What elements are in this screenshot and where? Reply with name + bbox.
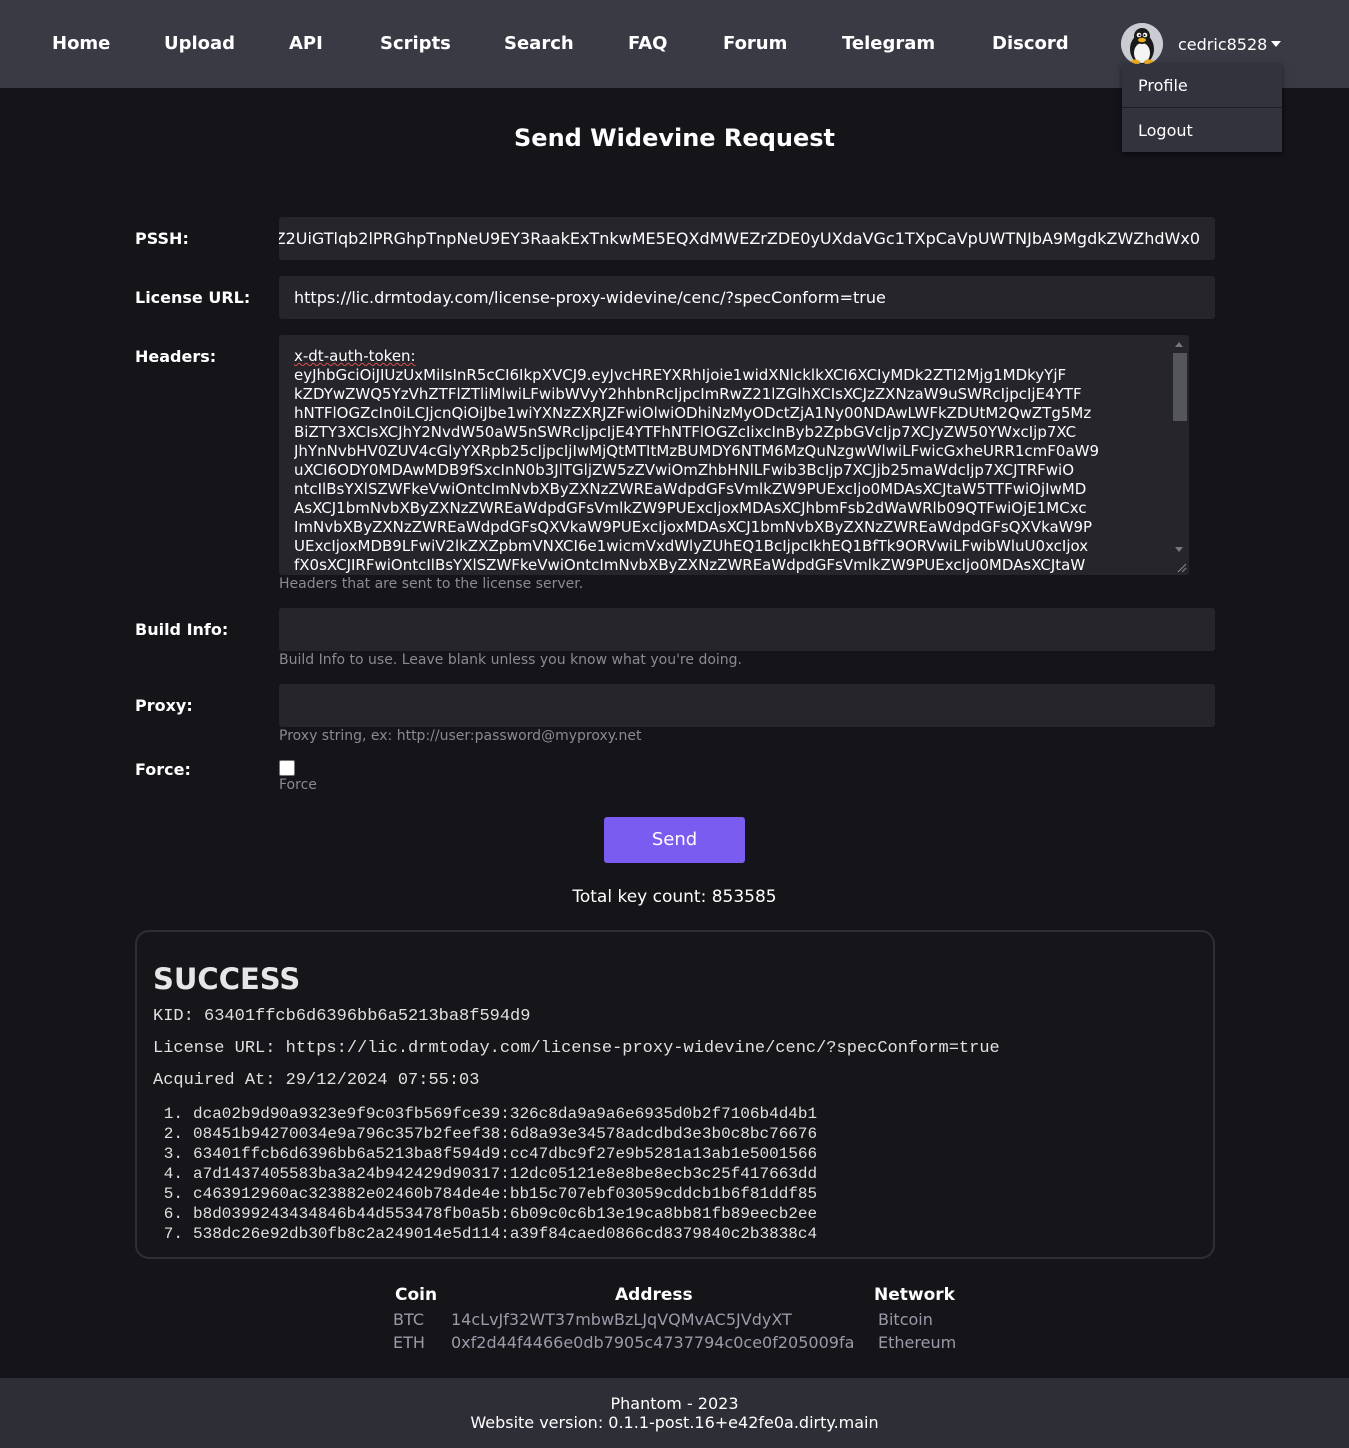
pssh-value: AAAAW3Bzc2gAAAAA7e+LqXnWSs6jyCfc1R0h7QAA…	[279, 229, 1200, 248]
key-value: dca02b9d90a9323e9f9c03fb569fce39:326c8da…	[193, 1105, 818, 1123]
proxy-help: Proxy string, ex: http://user:password@m…	[279, 728, 642, 744]
headers-line: kZDYwZWQ5YzVhZTFlZTliMlwiLFwibWVyY2hhbnR…	[294, 385, 1082, 403]
key-value: a7d1437405583ba3a24b942429d90317:12dc051…	[193, 1165, 818, 1183]
headers-line: fX0sXCJIRFwiOntcIlBsYXlSZWFkeVwiOntcImNv…	[294, 556, 1086, 574]
force-label: Force:	[135, 760, 191, 779]
send-button[interactable]: Send	[604, 817, 745, 863]
result-box: SUCCESS KID: 63401ffcb6d6396bb6a5213ba8f…	[135, 930, 1215, 1259]
footer-copyright: Phantom - 2023	[610, 1394, 739, 1413]
key-value: 538dc26e92db30fb8c2a249014e5d114:a39f84c…	[193, 1225, 818, 1243]
key-item: 1. dca02b9d90a9323e9f9c03fb569fce39:326c8…	[163, 1105, 818, 1123]
nav-forum[interactable]: Forum	[723, 33, 787, 54]
nav-scripts[interactable]: Scripts	[380, 33, 451, 54]
proxy-label: Proxy:	[135, 696, 193, 715]
license-url-label: License URL:	[135, 288, 251, 307]
headers-line: UExcIjoxMDB9LFwiV2lkZXZpbmVNXCI6e1wicmVx…	[294, 537, 1089, 555]
key-item: 2. 08451b94270034e9a796c357b2feef38:6d8a9…	[163, 1125, 818, 1143]
nav-home[interactable]: Home	[52, 33, 110, 54]
key-value: c463912960ac323882e02460b784de4e:bb15c70…	[193, 1185, 818, 1203]
key-item: 4. a7d1437405583ba3a24b942429d90317:12dc0…	[163, 1165, 818, 1183]
headers-line-name: x-dt-auth-token:	[294, 347, 416, 365]
headers-line: uXCI6ODY0MDAwMDB9fSxcInN0b3JlTGljZW5zZVw…	[294, 461, 1075, 479]
headers-scrollbar[interactable]	[1171, 336, 1188, 574]
headers-line: eyJhbGciOiJIUzUxMiIsInR5cCI6IkpXVCJ9.eyJ…	[294, 366, 1067, 384]
result-acquired-at: Acquired At: 29/12/2024 07:55:03	[153, 1071, 480, 1090]
user-dropdown-menu: Profile Logout	[1122, 64, 1282, 152]
nav-search[interactable]: Search	[504, 33, 574, 54]
nav-faq[interactable]: FAQ	[628, 33, 667, 54]
total-key-count: Total key count: 853585	[572, 887, 777, 907]
force-help: Force	[279, 777, 317, 793]
menu-item-profile[interactable]: Profile	[1138, 76, 1188, 95]
nav-telegram[interactable]: Telegram	[842, 33, 935, 54]
key-list: 1. dca02b9d90a9323e9f9c03fb569fce39:326c8…	[153, 1104, 817, 1244]
result-license-url: License URL: https://lic.drmtoday.com/li…	[153, 1039, 1000, 1058]
nav-upload[interactable]: Upload	[164, 33, 235, 54]
headers-label: Headers:	[135, 347, 217, 366]
key-value: 63401ffcb6d6396bb6a5213ba8f594d9:cc47dbc…	[193, 1145, 818, 1163]
build-info-input[interactable]	[279, 608, 1215, 651]
pssh-label: PSSH:	[135, 229, 189, 248]
col-header-network: Network	[874, 1285, 955, 1305]
username[interactable]: cedric8528	[1178, 35, 1267, 54]
coin-cell: ETH	[393, 1333, 425, 1352]
license-url-value: https://lic.drmtoday.com/license-proxy-w…	[294, 288, 886, 307]
headers-line: x-dt-auth-token:	[294, 347, 1154, 366]
footer-version: Website version: 0.1.1-post.16+e42fe0a.d…	[470, 1413, 879, 1432]
caret-down-icon[interactable]	[1271, 41, 1281, 47]
headers-textarea[interactable]: x-dt-auth-token: eyJhbGciOiJIUzUxMiIsInR…	[279, 335, 1189, 575]
scroll-down-arrow-icon[interactable]	[1175, 547, 1183, 552]
nav-api[interactable]: API	[289, 33, 323, 54]
headers-line: BiZTY3XCIsXCJhY2NvdW50aW5nSWRcIjpcIjE4YT…	[294, 423, 1077, 441]
key-value: b8d0399243434846b44d553478fb0a5b:6b09c0c…	[193, 1205, 818, 1223]
tux-penguin-icon[interactable]	[1121, 23, 1163, 65]
key-item: 3. 63401ffcb6d6396bb6a5213ba8f594d9:cc47d…	[163, 1145, 818, 1163]
address-cell: 0xf2d44f4466e0db7905c4737794c0ce0f205009…	[451, 1333, 855, 1352]
key-value: 08451b94270034e9a796c357b2feef38:6d8a93e…	[193, 1125, 818, 1143]
result-status: SUCCESS	[153, 962, 301, 996]
network-cell: Bitcoin	[878, 1310, 933, 1329]
coin-cell: BTC	[393, 1310, 424, 1329]
scrollbar-thumb[interactable]	[1173, 353, 1187, 421]
key-item: 7. 538dc26e92db30fb8c2a249014e5d114:a39f8…	[163, 1225, 818, 1243]
menu-item-logout[interactable]: Logout	[1138, 121, 1193, 140]
result-kid: KID: 63401ffcb6d6396bb6a5213ba8f594d9	[153, 1007, 531, 1026]
resize-handle-icon[interactable]	[1176, 562, 1187, 573]
col-header-address: Address	[615, 1285, 693, 1305]
headers-line: AsXCJ1bmNvbXByZXNzZWREaWdpdGFsVmlkZW9PUE…	[294, 499, 1087, 517]
key-item: 5. c463912960ac323882e02460b784de4e:bb15c…	[163, 1185, 818, 1203]
menu-divider	[1122, 107, 1282, 108]
key-item: 6. b8d0399243434846b44d553478fb0a5b:6b09c…	[163, 1205, 818, 1223]
footer: Phantom - 2023 Website version: 0.1.1-po…	[0, 1378, 1349, 1448]
col-header-coin: Coin	[395, 1285, 438, 1305]
headers-help: Headers that are sent to the license ser…	[279, 576, 584, 592]
headers-line: ImNvbXByZXNzZWREaWdpdGFsQXVkaW9PUExcIjox…	[294, 518, 1093, 536]
force-checkbox[interactable]	[279, 760, 295, 776]
scroll-up-arrow-icon[interactable]	[1175, 342, 1183, 347]
build-info-label: Build Info:	[135, 620, 229, 639]
headers-line: ntcIlBsYXlSZWFkeVwiOntcImNvbXByZXNzZWREa…	[294, 480, 1087, 498]
network-cell: Ethereum	[878, 1333, 957, 1352]
headers-line: hNTFlOGZcIn0iLCJjcnQiOiJbe1wiYXNzZXRJZFw…	[294, 404, 1092, 422]
pssh-input[interactable]: AAAAW3Bzc2gAAAAA7e+LqXnWSs6jyCfc1R0h7QAA…	[279, 217, 1215, 260]
nav-discord[interactable]: Discord	[992, 33, 1069, 54]
build-info-help: Build Info to use. Leave blank unless yo…	[279, 652, 742, 668]
license-url-input[interactable]: https://lic.drmtoday.com/license-proxy-w…	[279, 276, 1215, 319]
headers-line: JhYnNvbHV0ZUV4cGlyYXRpb25cIjpcIjIwMjQtMT…	[294, 442, 1100, 460]
proxy-input[interactable]	[279, 684, 1215, 727]
address-cell: 14cLvJf32WT37mbwBzLJqVQMvAC5JVdyXT	[451, 1310, 792, 1329]
